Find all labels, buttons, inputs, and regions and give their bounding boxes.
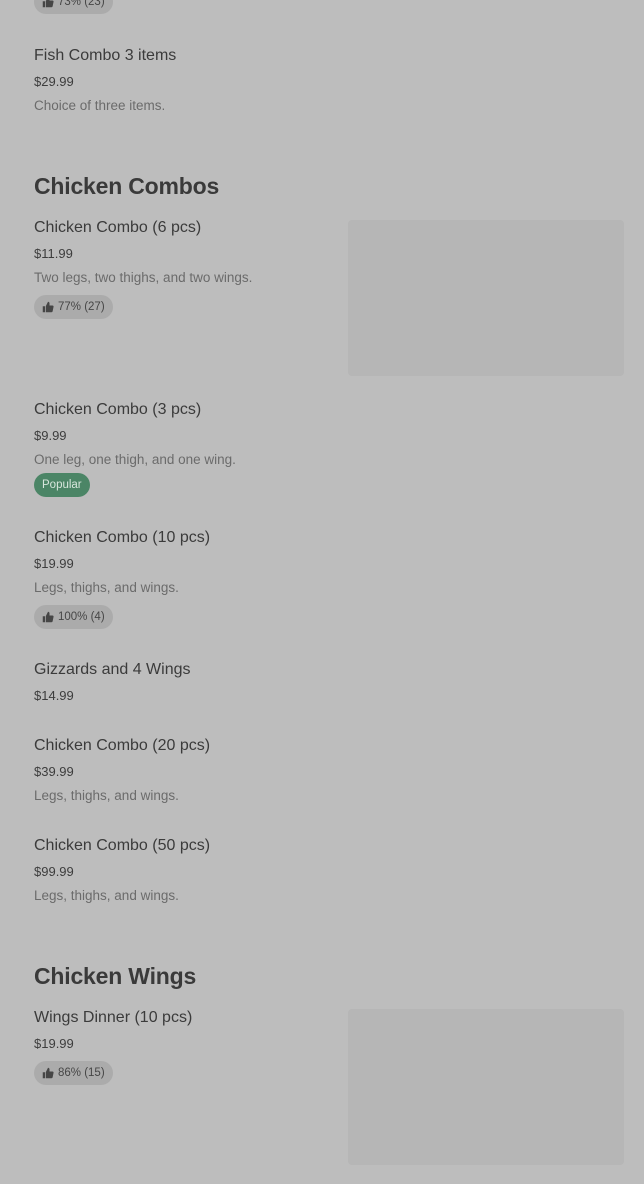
item-description: Choice of three items. (34, 98, 166, 113)
item-name: Chicken Combo (50 pcs) (34, 837, 211, 854)
section-title-chicken-wings: Chicken Wings (34, 963, 197, 989)
thumbs-up-icon (42, 301, 58, 313)
popular-badge: Popular (34, 473, 90, 497)
rating-pill: 100% (4) (34, 605, 113, 629)
section-title-chicken-combos: Chicken Combos (34, 173, 220, 199)
menu-item[interactable]: Chicken Combo (3 pcs) $9.99 One leg, one… (0, 401, 644, 501)
menu-page: 73% (23) Fish Combo 3 items $29.99 Choic… (0, 0, 644, 1184)
item-name: Chicken Combo (3 pcs) (34, 401, 202, 418)
menu-item[interactable]: Chicken Combo (10 pcs) $19.99 Legs, thig… (0, 529, 644, 634)
item-price: $14.99 (34, 688, 74, 703)
menu-item[interactable]: Chicken Combo (50 pcs) $99.99 Legs, thig… (0, 837, 644, 912)
item-description: Legs, thighs, and wings. (34, 788, 179, 803)
menu-item[interactable]: Fish Combo 3 items $29.99 Choice of thre… (0, 47, 644, 127)
item-image-placeholder (348, 220, 624, 376)
rating-pill: 86% (15) (34, 1061, 113, 1085)
rating-text: 73% (23) (58, 0, 105, 8)
rating-pill: 77% (27) (34, 295, 113, 319)
item-description: Legs, thighs, and wings. (34, 580, 179, 595)
rating-pill: 73% (23) (34, 0, 113, 14)
item-description: One leg, one thigh, and one wing. (34, 452, 236, 467)
rating-text: 100% (4) (58, 611, 105, 623)
item-name: Fish Combo 3 items (34, 47, 177, 64)
menu-item[interactable]: Gizzards and 4 Wings $14.99 (0, 661, 644, 711)
item-price: $29.99 (34, 74, 74, 89)
item-price: $99.99 (34, 864, 74, 879)
item-description: Two legs, two thighs, and two wings. (34, 270, 253, 285)
item-name: Chicken Combo (6 pcs) (34, 219, 202, 236)
item-image-placeholder (348, 1009, 624, 1165)
thumbs-up-icon (42, 1067, 58, 1079)
item-description: Legs, thighs, and wings. (34, 888, 179, 903)
item-name: Chicken Combo (20 pcs) (34, 737, 211, 754)
item-name: Gizzards and 4 Wings (34, 661, 191, 678)
rating-text: 86% (15) (58, 1067, 105, 1079)
menu-item[interactable]: Chicken Combo (20 pcs) $39.99 Legs, thig… (0, 737, 644, 812)
item-price: $19.99 (34, 556, 74, 571)
thumbs-up-icon (42, 611, 58, 623)
menu-item[interactable]: Chicken Combo (6 pcs) $11.99 Two legs, t… (0, 219, 644, 379)
item-name: Chicken Combo (10 pcs) (34, 529, 211, 546)
item-price: $11.99 (34, 246, 73, 261)
item-price: $39.99 (34, 764, 74, 779)
item-name: Wings Dinner (10 pcs) (34, 1009, 193, 1026)
rating-text: 77% (27) (58, 301, 105, 313)
thumbs-up-icon (42, 0, 58, 8)
item-price: $9.99 (34, 428, 67, 443)
item-price: $19.99 (34, 1036, 74, 1051)
menu-item[interactable]: Wings Dinner (10 pcs) $19.99 86% (15) (0, 1009, 644, 1169)
